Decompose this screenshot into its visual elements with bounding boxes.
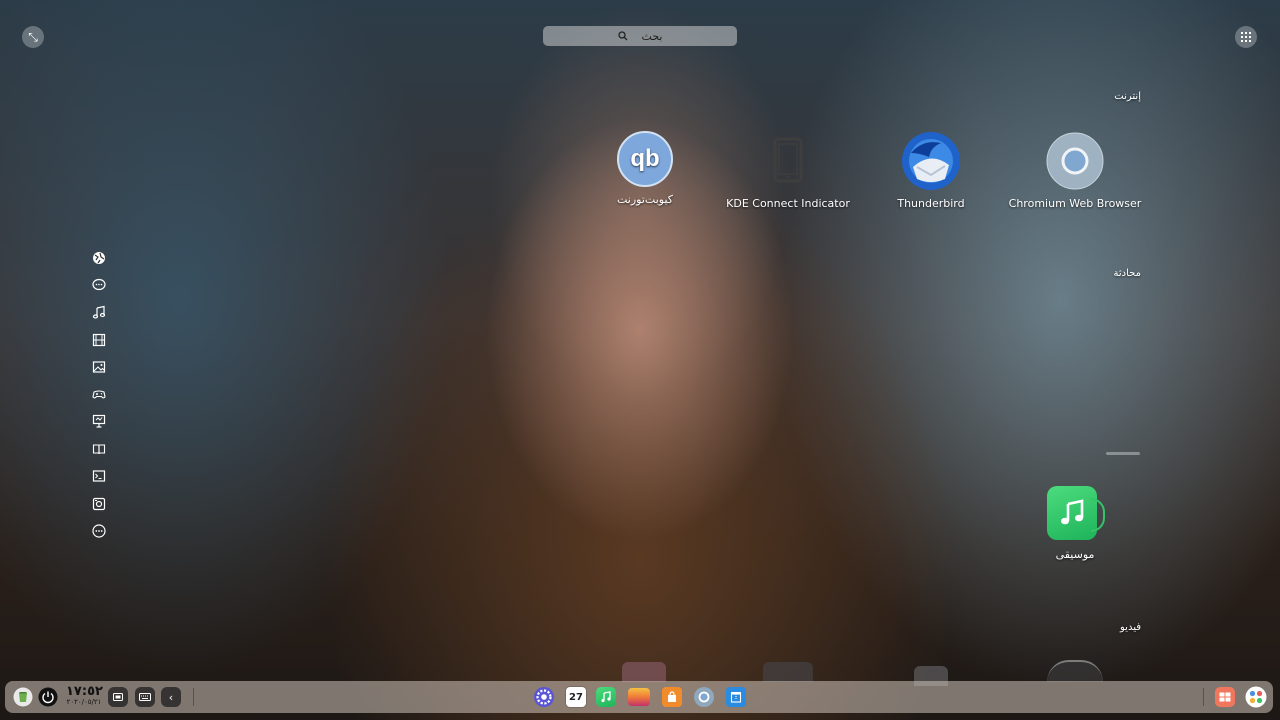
sidebar-item-music[interactable] <box>91 304 107 320</box>
power-button[interactable] <box>37 686 59 708</box>
launcher-button[interactable] <box>1245 686 1267 708</box>
calendar-icon: 27 <box>566 687 586 707</box>
qbittorrent-icon: qb <box>617 131 673 187</box>
sidebar-item-chat[interactable] <box>91 277 107 293</box>
category-video-label: فيديو <box>1120 622 1141 633</box>
sidebar-item-office[interactable] <box>91 413 107 429</box>
sidebar-item-image[interactable] <box>91 359 107 375</box>
system-icon <box>92 497 106 511</box>
terminal-icon <box>92 470 106 482</box>
dock-browser[interactable] <box>693 686 715 708</box>
app-chromium[interactable]: Chromium Web Browser <box>1005 131 1145 211</box>
music-note-icon <box>596 687 616 707</box>
office-icon <box>92 414 106 428</box>
dock-settings[interactable] <box>533 686 555 708</box>
chromium-icon <box>1045 131 1105 191</box>
chat-icon <box>92 278 106 291</box>
reading-icon <box>92 444 106 455</box>
clock-date: ٢٠٢٠/٠٥/٢١ <box>66 698 102 706</box>
app-thunderbird[interactable]: Thunderbird <box>861 131 1001 211</box>
sidebar-item-internet[interactable] <box>91 250 107 266</box>
multitasking-view-button[interactable] <box>1214 686 1236 708</box>
grid-icon <box>1241 32 1251 42</box>
category-divider <box>1106 452 1140 455</box>
keyboard-icon <box>139 693 151 701</box>
app-label: KDE Connect Indicator <box>726 197 850 210</box>
app-qbittorrent[interactable]: qb كيوبت‌تورنت <box>575 131 715 207</box>
peek-app-4 <box>1047 660 1103 682</box>
app-music[interactable]: موسيقى <box>1005 486 1145 562</box>
game-icon <box>92 390 106 399</box>
search-icon <box>617 31 627 41</box>
power-icon <box>38 687 58 707</box>
dock-separator <box>193 688 194 706</box>
archive-icon <box>726 687 746 707</box>
dock-separator <box>1203 688 1204 706</box>
app-label: موسيقى <box>1055 548 1095 561</box>
dock-calendar[interactable]: 27 <box>565 686 587 708</box>
calendar-day: 27 <box>569 691 583 703</box>
thunderbird-icon <box>901 131 961 191</box>
clock[interactable]: ١٧:٥٢ ٢٠٢٠/٠٥/٢١ <box>66 684 103 706</box>
launcher-icon <box>1245 686 1267 708</box>
dock-app-store[interactable] <box>661 686 683 708</box>
collapse-icon: ⤡ <box>28 30 38 44</box>
dock-archive-manager[interactable] <box>725 686 747 708</box>
recorder-icon <box>113 693 123 701</box>
video-icon <box>92 333 106 347</box>
sidebar-item-system[interactable] <box>91 496 107 512</box>
music-icon <box>92 305 106 319</box>
dock-image-viewer[interactable] <box>628 686 650 708</box>
app-label: Thunderbird <box>897 197 965 210</box>
sidebar-item-reading[interactable] <box>91 441 107 457</box>
sidebar-item-more[interactable] <box>91 523 107 539</box>
category-internet-label: إنترنت <box>1114 91 1141 102</box>
trash-button[interactable] <box>12 686 34 708</box>
multitasking-icon <box>1215 687 1235 707</box>
sidebar-item-terminal[interactable] <box>91 468 107 484</box>
photos-icon <box>628 688 650 706</box>
search-box[interactable] <box>543 26 737 46</box>
tray-expand-button[interactable]: ‹ <box>161 687 181 707</box>
peek-app-2 <box>763 662 813 682</box>
internet-icon <box>93 252 105 264</box>
music-app-icon <box>1047 486 1105 542</box>
browser-icon <box>694 687 714 707</box>
trash-icon <box>13 687 33 707</box>
sidebar-item-games[interactable] <box>91 386 107 402</box>
store-icon <box>662 687 682 707</box>
grid-view-button[interactable] <box>1235 26 1257 48</box>
search-input[interactable] <box>632 29 663 43</box>
phone-icon <box>758 131 818 191</box>
more-icon <box>92 524 106 538</box>
app-label: Chromium Web Browser <box>1008 197 1142 210</box>
clock-time: ١٧:٥٢ <box>66 684 103 699</box>
sidebar-item-video[interactable] <box>91 332 107 348</box>
settings-gear-icon <box>534 687 554 707</box>
dock-music[interactable] <box>595 686 617 708</box>
keyboard-button[interactable] <box>135 687 155 707</box>
app-label: كيوبت‌تورنت <box>616 193 674 206</box>
image-icon <box>92 361 106 373</box>
chevron-left-icon: ‹ <box>168 690 174 704</box>
app-kde-connect[interactable]: KDE Connect Indicator <box>718 131 858 211</box>
qbittorrent-glyph: qb <box>617 131 673 187</box>
exit-fullscreen-button[interactable]: ⤡ <box>22 26 44 48</box>
category-chat-label: محادثة <box>1113 268 1141 279</box>
screen-recorder-button[interactable] <box>108 687 128 707</box>
peek-app-1 <box>622 662 666 682</box>
